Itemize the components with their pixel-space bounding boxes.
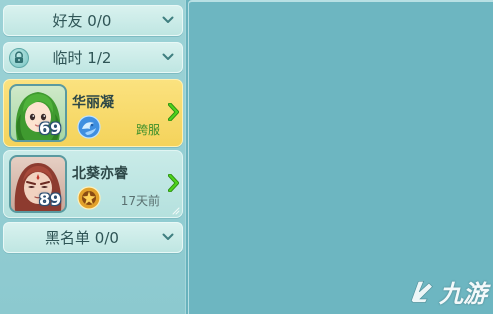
chevron-down-icon — [162, 233, 174, 240]
level-badge: 89 — [39, 190, 62, 209]
group-header-friends[interactable]: 好友 0/0 — [3, 5, 183, 36]
group-header-label: 临时 1/2 — [52, 49, 112, 67]
friend-card[interactable]: 69 华丽凝 跨服 — [3, 79, 183, 147]
friend-name: 北葵亦睿 — [72, 166, 128, 182]
watermark-text: 九游 — [439, 279, 487, 308]
corner-grip-icon — [172, 207, 180, 215]
group-header-label: 黑名单 0/0 — [45, 229, 119, 247]
group-header-label: 好友 0/0 — [52, 12, 112, 30]
group-header-blacklist[interactable]: 黑名单 0/0 — [3, 222, 183, 253]
friend-card[interactable]: 89 北葵亦睿 17天前 — [3, 150, 183, 218]
status-tag: 跨服 — [135, 123, 160, 137]
level-badge: 69 — [39, 119, 62, 138]
chevron-down-icon — [162, 53, 174, 60]
friend-list-panel: 好友 0/0 临时 1/2 69 华丽凝 跨服 89 北葵亦睿 17天前 黑名单… — [0, 0, 186, 314]
status-tag: 17天前 — [120, 194, 160, 208]
watermark: 九游 — [406, 274, 487, 308]
chevron-right-icon[interactable] — [168, 174, 179, 192]
chevron-down-icon — [162, 16, 174, 23]
nine-game-logo-icon — [410, 280, 433, 303]
chevron-right-icon[interactable] — [168, 103, 179, 121]
faction-emblem-icon — [77, 115, 101, 139]
chat-content-panel — [188, 0, 493, 314]
faction-emblem-icon — [77, 186, 101, 210]
group-header-temporary[interactable]: 临时 1/2 — [3, 42, 183, 73]
friend-name: 华丽凝 — [72, 95, 114, 111]
